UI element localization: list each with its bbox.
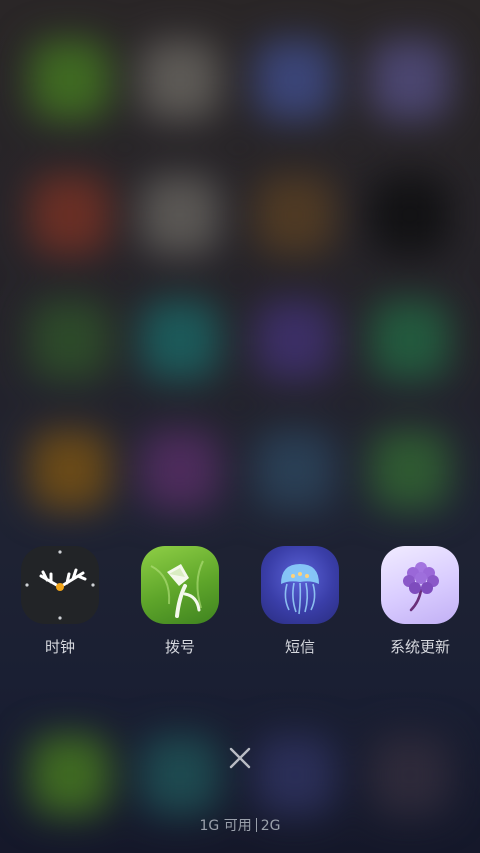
app-label: 拨号 [164,638,195,656]
blurred-app-icon [30,300,110,380]
blurred-app-icon [140,300,220,380]
blurred-app-icon [140,735,220,815]
blurred-app-icon [255,300,335,380]
blurred-app-icon [255,40,335,120]
blurred-app-icon [140,40,220,120]
blurred-app-icon [370,735,450,815]
app-label: 时钟 [44,638,75,656]
app-messages[interactable]: 短信 [250,546,350,657]
dialer-icon [141,546,219,624]
blurred-app-icon [140,175,220,255]
flower-icon [381,546,459,624]
memory-divider [255,818,257,832]
blurred-app-icon [30,735,110,815]
blurred-app-icon [370,300,450,380]
blurred-app-icon [255,430,335,510]
blurred-app-icon [370,430,450,510]
blurred-app-icon [140,430,220,510]
blurred-app-icon [30,40,110,120]
app-label: 系统更新 [389,638,450,656]
blurred-app-icon [255,175,335,255]
blurred-app-icon [30,175,110,255]
app-clock[interactable]: 时钟 [10,546,110,657]
close-all-button[interactable] [222,740,258,776]
app-label: 短信 [284,638,315,656]
memory-total: 2G [260,818,281,834]
blurred-app-icon [370,40,450,120]
blurred-app-icon [30,430,110,510]
jellyfish-icon [261,546,339,624]
close-icon [229,747,251,769]
blurred-background [0,0,480,853]
app-system-update[interactable]: 系统更新 [370,546,470,657]
blurred-app-icon [370,175,450,255]
blurred-app-icon [255,735,335,815]
app-dialer[interactable]: 拨号 [130,546,230,657]
clock-icon [21,546,99,624]
memory-status: 1G 可用 2G [0,815,480,835]
recent-apps-row: 时钟 拨号 短信 系统更新 [0,546,480,656]
memory-free: 1G 可用 [199,818,252,834]
